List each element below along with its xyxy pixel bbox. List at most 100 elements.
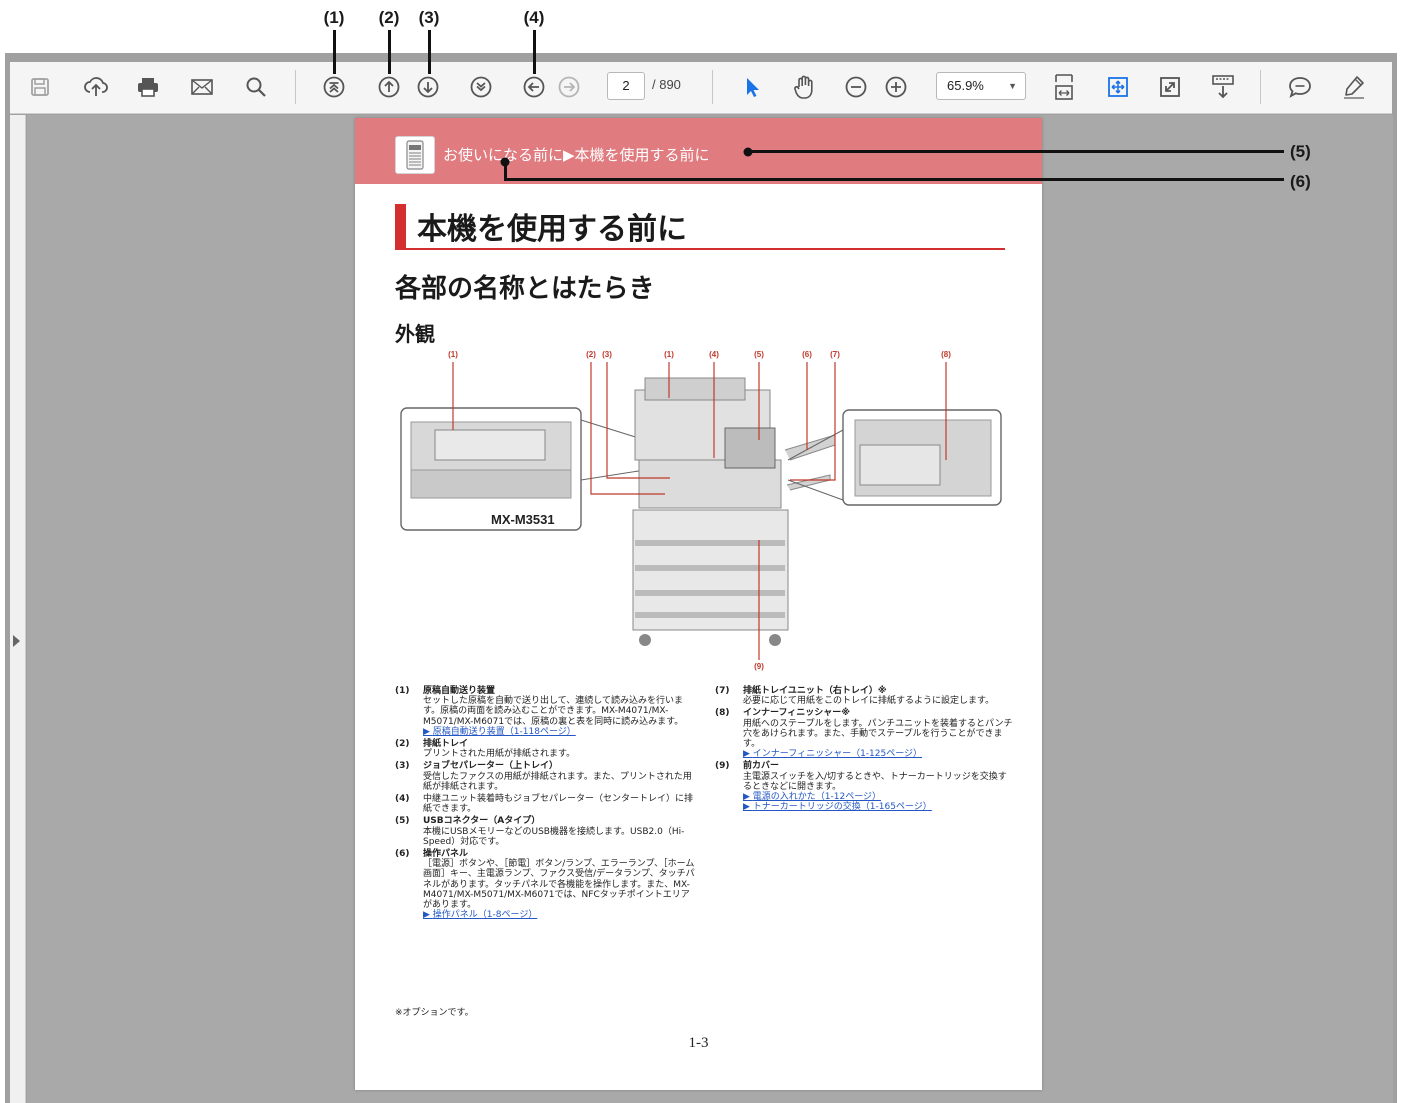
- page-number-input[interactable]: 2: [607, 72, 645, 100]
- callout-label-5: (5): [1290, 142, 1311, 161]
- figure-label: (1): [448, 350, 458, 359]
- page-number: 1-3: [688, 1035, 709, 1051]
- upload-icon[interactable]: [82, 73, 110, 101]
- fit-width-icon[interactable]: [1050, 73, 1078, 101]
- list-item: (8) インナーフィニッシャー※ 用紙へのステープルをします。パンチユニットを装…: [715, 708, 1015, 759]
- model-name: MX-M3531: [491, 512, 555, 527]
- figure-label: (3): [602, 350, 612, 359]
- toolbar: 2 / 890 65.9% ▼: [10, 62, 1392, 114]
- item-number: (4): [395, 794, 410, 805]
- save-icon[interactable]: [26, 73, 54, 101]
- item-text: 受信したファクスの用紙が排紙されます。また、プリントされた用紙が排紙されます。: [423, 771, 692, 792]
- side-panel-toggle[interactable]: [10, 115, 26, 1103]
- item-text: 本機にUSBメモリーなどのUSB機器を接続します。USB2.0（Hi-Speed…: [423, 826, 685, 847]
- description-column-right: (7) 排紙トレイユニット（右トレイ）※ 必要に応じて用紙をこのトレイに排紙する…: [715, 686, 1015, 814]
- callout-leader-6: [504, 178, 1284, 181]
- reference-link[interactable]: トナーカートリッジの交換（1-165ページ）: [743, 802, 1015, 812]
- zoom-level-select[interactable]: 65.9% ▼: [936, 72, 1026, 100]
- item-text: プリントされた用紙が排紙されます。: [423, 749, 576, 760]
- figure-label: (5): [754, 350, 764, 359]
- highlight-icon[interactable]: [1340, 73, 1368, 101]
- callout-leader-2: [388, 30, 391, 74]
- comment-icon[interactable]: [1286, 73, 1314, 101]
- forward-view-icon[interactable]: [555, 73, 583, 101]
- back-view-icon[interactable]: [520, 73, 548, 101]
- figure-label: (9): [754, 662, 764, 671]
- toolbar-divider: [712, 70, 713, 104]
- first-page-icon[interactable]: [320, 73, 348, 101]
- search-icon[interactable]: [242, 73, 270, 101]
- list-item: (4) 中継ユニット装着時もジョブセパレーター（センタートレイ）に排紙できます。: [395, 794, 695, 814]
- footnote: ※オプションです。: [395, 1008, 474, 1018]
- figure-label: (1): [664, 350, 674, 359]
- list-item: (6) 操作パネル ［電源］ボタンや、［節電］ボタン/ランプ、エラーランプ、［ホ…: [395, 849, 695, 920]
- item-number: (5): [395, 816, 410, 827]
- list-item: (9) 前カバー 主電源スイッチを入/切するときや、トナーカートリッジを交換する…: [715, 761, 1015, 812]
- reference-link[interactable]: 電源の入れかた（1-12ページ）: [743, 792, 1015, 802]
- fit-page-icon[interactable]: [1104, 73, 1132, 101]
- item-number: (9): [715, 761, 730, 772]
- item-title: インナーフィニッシャー※: [743, 708, 851, 719]
- item-title: USBコネクター（Aタイプ）: [423, 816, 541, 827]
- expand-panel-icon: [13, 635, 20, 647]
- item-number: (1): [395, 686, 410, 696]
- last-page-icon[interactable]: [467, 73, 495, 101]
- item-number: (3): [395, 761, 410, 772]
- item-text: 必要に応じて用紙をこのトレイに排紙するように設定します。: [743, 696, 995, 707]
- full-screen-icon[interactable]: [1156, 73, 1184, 101]
- heading-rule: [395, 248, 1005, 250]
- select-cursor-icon[interactable]: [738, 73, 766, 101]
- callout-leader-3: [428, 30, 431, 74]
- item-number: (6): [395, 849, 410, 860]
- callout-label-2: (2): [378, 8, 400, 27]
- list-item: (7) 排紙トレイユニット（右トレイ）※ 必要に応じて用紙をこのトレイに排紙する…: [715, 686, 1015, 706]
- list-item: (2) 排紙トレイ プリントされた用紙が排紙されます。: [395, 739, 695, 759]
- callout-label-6: (6): [1290, 172, 1311, 191]
- callout-leader-1: [333, 30, 336, 74]
- item-title: 排紙トレイ: [423, 739, 469, 750]
- breadcrumb[interactable]: お使いになる前に▶本機を使用する前に: [443, 144, 710, 165]
- zoom-in-icon[interactable]: [882, 73, 910, 101]
- item-title: 操作パネル: [423, 849, 469, 860]
- item-text: セットした原稿を自動で送り出して、連続して読み込みを行います。原稿の両面を読み込…: [423, 696, 684, 727]
- reference-link[interactable]: 操作パネル（1-8ページ）: [423, 910, 695, 920]
- previous-page-icon[interactable]: [375, 73, 403, 101]
- zoom-out-icon[interactable]: [842, 73, 870, 101]
- hand-tool-icon[interactable]: [790, 73, 818, 101]
- document-page: お使いになる前に▶本機を使用する前に 本機を使用する前に 各部の名称とはたらき …: [355, 118, 1042, 1090]
- item-title: 排紙トレイユニット（右トレイ）※: [743, 686, 887, 696]
- callout-leader-4: [533, 30, 536, 74]
- callout-leader-5: [748, 150, 1284, 153]
- next-page-icon[interactable]: [414, 73, 442, 101]
- reference-link[interactable]: インナーフィニッシャー（1-125ページ）: [743, 749, 1015, 759]
- item-title: ジョブセパレーター（上トレイ）: [423, 761, 559, 772]
- callout-dot-5: [743, 147, 753, 157]
- figure-label: (8): [941, 350, 951, 359]
- item-title: 原稿自動送り装置: [423, 686, 496, 696]
- item-text: 中継ユニット装着時もジョブセパレーター（センタートレイ）に排紙できます。: [423, 794, 694, 815]
- callout-label-1: (1): [323, 8, 345, 27]
- subsection-title: 外観: [395, 322, 435, 346]
- print-icon[interactable]: [134, 73, 162, 101]
- toolbar-divider: [295, 70, 296, 104]
- callout-label-4: (4): [523, 8, 545, 27]
- manual-icon: [395, 136, 435, 174]
- figure-label: (6): [802, 350, 812, 359]
- toolbar-divider: [1260, 70, 1261, 104]
- mail-icon[interactable]: [188, 73, 216, 101]
- list-item: (5) USBコネクター（Aタイプ） 本機にUSBメモリーなどのUSB機器を接続…: [395, 816, 695, 847]
- reference-link[interactable]: 原稿自動送り装置（1-118ページ）: [423, 727, 695, 737]
- machine-illustration: [400, 362, 1002, 660]
- item-title: 前カバー: [743, 761, 780, 772]
- machine-figure: (1) (2) (3) (1) (4) (5) (6) (7) (8) (9) …: [395, 350, 1005, 680]
- description-column-left: (1) 原稿自動送り装置 セットした原稿を自動で送り出して、連続して読み込みを行…: [395, 686, 695, 922]
- item-text: 主電源スイッチを入/切するときや、トナーカートリッジを交換するときなどに開きます…: [743, 771, 1007, 792]
- scroll-mode-icon[interactable]: [1209, 73, 1237, 101]
- list-item: (1) 原稿自動送り装置 セットした原稿を自動で送り出して、連続して読み込みを行…: [395, 686, 695, 737]
- page-title: 本機を使用する前に: [417, 212, 687, 247]
- annotated-viewer-screenshot: (1) (2) (3) (4) 2 / 890 65.9% ▼ お使いになる前に…: [0, 0, 1402, 1103]
- callout-dot-6: [500, 157, 510, 167]
- section-title: 各部の名称とはたらき: [395, 274, 655, 304]
- callout-label-3: (3): [418, 8, 440, 27]
- list-item: (3) ジョブセパレーター（上トレイ） 受信したファクスの用紙が排紙されます。ま…: [395, 761, 695, 792]
